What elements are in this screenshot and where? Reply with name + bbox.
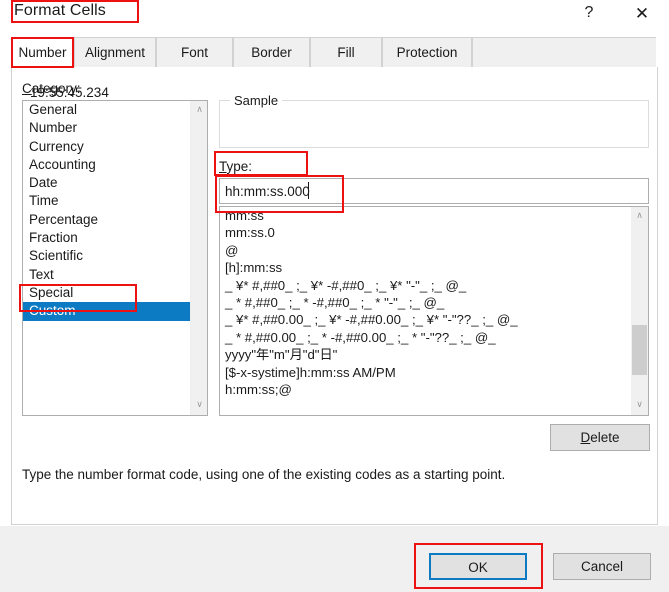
category-item-date[interactable]: Date: [23, 174, 207, 192]
type-listbox[interactable]: mm:ss mm:ss.0 @ [h]:mm:ss _ ¥* #,##0_ ;_ ¥* …: [219, 206, 649, 416]
type-item[interactable]: [$-x-systime]h:mm:ss AM/PM: [220, 364, 648, 381]
tab-label: Border: [251, 45, 292, 60]
tab-label: Alignment: [84, 45, 146, 60]
type-item[interactable]: _ * #,##0_ ;_ * -#,##0_ ;_ * "-"_ ;_ @_: [220, 294, 648, 311]
tab-fill[interactable]: Fill: [310, 37, 382, 68]
category-item-time[interactable]: Time: [23, 192, 207, 210]
scrollbar-thumb[interactable]: [632, 325, 647, 375]
type-item[interactable]: yyyy"年"m"月"d"日": [220, 346, 648, 363]
type-input[interactable]: [219, 178, 649, 204]
delete-button-mnemonic: D: [580, 430, 591, 445]
tab-label: Font: [180, 45, 208, 60]
tab-number[interactable]: Number: [11, 37, 74, 68]
close-icon[interactable]: ✕: [630, 2, 654, 26]
category-item-text[interactable]: Text: [23, 266, 207, 284]
sample-value: 19:55:45.234: [30, 85, 109, 100]
type-label: Type:: [219, 159, 252, 174]
format-cells-dialog: Format Cells ? ✕ Number Alignment Font Bord…: [0, 0, 669, 592]
chevron-down-icon[interactable]: ∨: [191, 397, 208, 414]
chevron-up-icon[interactable]: ∧: [631, 208, 648, 225]
category-item-custom[interactable]: Custom: [23, 302, 207, 321]
tab-label: Number: [18, 45, 67, 60]
dialog-titlebar: Format Cells ? ✕: [0, 0, 669, 36]
category-item-special[interactable]: Special: [23, 284, 207, 302]
category-listbox[interactable]: General Number Currency Accounting Date Time P…: [22, 100, 208, 416]
type-item[interactable]: @: [220, 242, 648, 259]
category-item-accounting[interactable]: Accounting: [23, 156, 207, 174]
delete-button[interactable]: Delete: [550, 424, 650, 451]
type-items: mm:ss mm:ss.0 @ [h]:mm:ss _ ¥* #,##0_ ;_ ¥* …: [220, 207, 648, 398]
tab-protection[interactable]: Protection: [382, 37, 472, 68]
tab-border[interactable]: Border: [233, 37, 310, 68]
sample-groupbox: Sample: [219, 93, 649, 148]
type-label-rest: ype:: [226, 159, 253, 174]
category-item-percentage[interactable]: Percentage: [23, 211, 207, 229]
category-items: General Number Currency Accounting Date Time P…: [23, 101, 207, 321]
type-item[interactable]: [h]:mm:ss: [220, 259, 648, 276]
type-item[interactable]: _ ¥* #,##0_ ;_ ¥* -#,##0_ ;_ ¥* "-"_ ;_ …: [220, 277, 648, 294]
format-help-text: Type the number format code, using one o…: [22, 467, 506, 482]
ok-button[interactable]: OK: [429, 553, 527, 580]
type-item[interactable]: h:mm:ss;@: [220, 381, 648, 398]
tab-label: Fill: [337, 45, 355, 60]
type-item[interactable]: mm:ss: [220, 207, 648, 224]
cancel-button[interactable]: Cancel: [553, 553, 651, 580]
type-item[interactable]: _ * #,##0.00_ ;_ * -#,##0.00_ ;_ * "-"??…: [220, 329, 648, 346]
number-tab-panel: Category: General Number Currency Accountin…: [11, 67, 658, 525]
type-item[interactable]: _ ¥* #,##0.00_ ;_ ¥* -#,##0.00_ ;_ ¥* "-…: [220, 311, 648, 328]
tab-strip-filler: [472, 37, 656, 68]
type-item[interactable]: mm:ss.0: [220, 224, 648, 241]
type-scrollbar[interactable]: ∧ ∨: [631, 207, 648, 415]
chevron-up-icon[interactable]: ∧: [191, 102, 208, 119]
page-title: Format Cells: [14, 2, 106, 19]
category-item-fraction[interactable]: Fraction: [23, 229, 207, 247]
delete-button-label: elete: [590, 430, 620, 445]
tab-font[interactable]: Font: [156, 37, 233, 68]
chevron-down-icon[interactable]: ∨: [631, 397, 648, 414]
category-item-general[interactable]: General: [23, 101, 207, 119]
sample-legend: Sample: [230, 93, 283, 108]
tab-strip: Number Alignment Font Border Fill Protection: [11, 37, 658, 68]
category-item-scientific[interactable]: Scientific: [23, 247, 207, 265]
text-cursor: [308, 182, 309, 199]
tab-alignment[interactable]: Alignment: [74, 37, 156, 68]
type-label-mnemonic: T: [219, 159, 227, 174]
tab-label: Protection: [396, 45, 458, 60]
question-mark-icon[interactable]: ?: [578, 2, 600, 24]
category-scrollbar[interactable]: ∧ ∨: [190, 101, 207, 415]
category-item-currency[interactable]: Currency: [23, 138, 207, 156]
category-item-number[interactable]: Number: [23, 119, 207, 137]
